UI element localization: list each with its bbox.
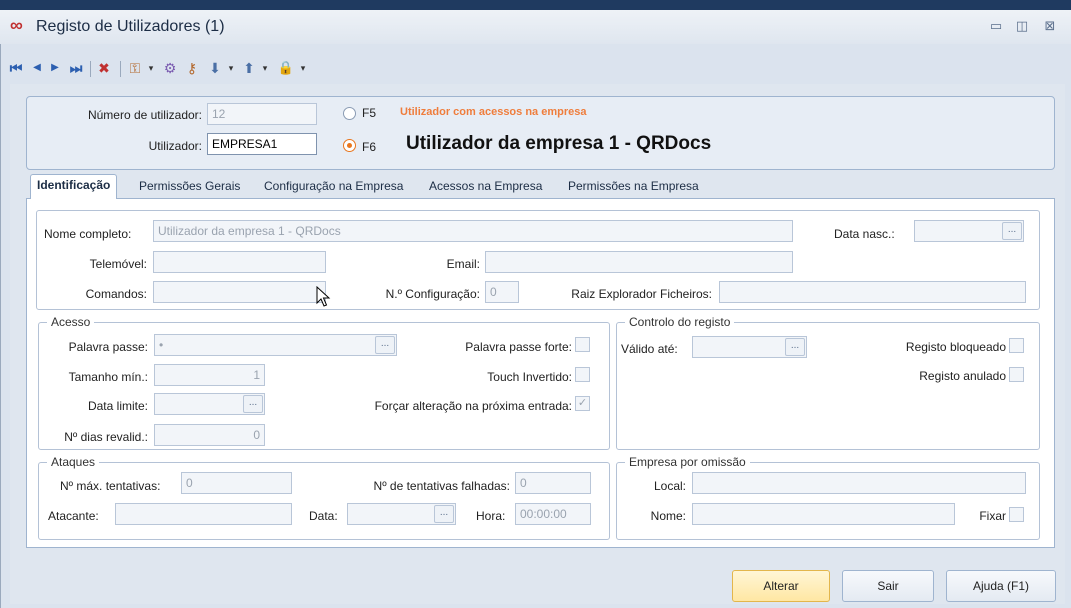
raiz-explorador-field[interactable] xyxy=(719,281,1026,303)
previous-record-icon[interactable]: ◀ xyxy=(30,58,44,78)
close-icon[interactable]: ⊠ xyxy=(1040,17,1060,35)
nome-label: Nome: xyxy=(650,509,686,523)
telemovel-label: Telemóvel: xyxy=(89,257,147,271)
data-nasc-picker-button[interactable]: ... xyxy=(1002,222,1022,240)
raiz-explorador-label: Raiz Explorador Ficheiros: xyxy=(571,287,712,301)
registo-anulado-checkbox[interactable] xyxy=(1009,367,1024,382)
tab-configuracao-empresa[interactable]: Configuração na Empresa xyxy=(258,176,409,198)
local-field[interactable] xyxy=(692,472,1026,494)
controlo-registo-title: Controlo do registo xyxy=(625,315,735,329)
user-key-icon[interactable]: ⚷ xyxy=(182,58,202,78)
nome-completo-field[interactable] xyxy=(153,220,793,242)
chevron-down-icon[interactable]: ▾ xyxy=(146,58,156,78)
hora-field[interactable] xyxy=(515,503,591,525)
tab-acessos-empresa[interactable]: Acessos na Empresa xyxy=(423,176,548,198)
n-configuracao-label: N.º Configuração: xyxy=(385,287,480,301)
chevron-down-icon[interactable]: ▾ xyxy=(298,58,308,78)
touch-invertido-label: Touch Invertido: xyxy=(487,370,572,384)
fixar-label: Fixar xyxy=(979,509,1006,523)
f5-note: Utilizador com acessos na empresa xyxy=(400,106,587,118)
ajuda-button[interactable]: Ajuda (F1) xyxy=(946,570,1056,602)
f6-label: F6 xyxy=(362,140,377,154)
window-title: Registo de Utilizadores (1) xyxy=(36,18,225,35)
last-record-icon[interactable]: ⏭ xyxy=(68,58,84,78)
import-icon[interactable]: ⬇ xyxy=(206,58,224,78)
sair-button[interactable]: Sair xyxy=(842,570,934,602)
chevron-down-icon[interactable]: ▾ xyxy=(226,58,236,78)
tamanho-min-label: Tamanho mín.: xyxy=(68,370,148,384)
atacante-label: Atacante: xyxy=(48,509,99,523)
palavra-passe-forte-checkbox[interactable] xyxy=(575,337,590,352)
utilizador-field[interactable] xyxy=(207,133,317,155)
tentativas-falhadas-label: Nº de tentativas falhadas: xyxy=(373,479,510,493)
email-label: Email: xyxy=(446,257,480,271)
nome-completo-label: Nome completo: xyxy=(44,227,132,241)
palavra-passe-button[interactable]: ... xyxy=(375,336,395,354)
minimize-icon[interactable]: ▭ xyxy=(986,17,1006,35)
data-picker-button[interactable]: ... xyxy=(434,505,454,523)
fixar-checkbox[interactable] xyxy=(1009,507,1024,522)
email-field[interactable] xyxy=(485,251,793,273)
dias-revalid-field[interactable] xyxy=(154,424,265,446)
tab-permissoes-gerais[interactable]: Permissões Gerais xyxy=(133,176,246,198)
forcar-alteracao-label: Forçar alteração na próxima entrada: xyxy=(374,399,572,413)
f5-radio[interactable] xyxy=(343,107,356,120)
nome-field[interactable] xyxy=(692,503,955,525)
tools-icon[interactable]: ⚙ xyxy=(160,58,180,78)
comandos-label: Comandos: xyxy=(85,287,147,301)
ataques-group-title: Ataques xyxy=(47,455,100,469)
toolbar-separator xyxy=(120,61,121,77)
tentativas-falhadas-field[interactable] xyxy=(515,472,591,494)
atacante-field[interactable] xyxy=(115,503,292,525)
alterar-button[interactable]: Alterar xyxy=(732,570,830,602)
numero-utilizador-label: Número de utilizador: xyxy=(87,108,202,122)
tab-permissoes-empresa[interactable]: Permissões na Empresa xyxy=(562,176,705,198)
data-label: Data: xyxy=(309,509,338,523)
palavra-passe-label: Palavra passe: xyxy=(68,340,148,354)
valido-ate-picker-button[interactable]: ... xyxy=(785,338,805,356)
data-limite-picker-button[interactable]: ... xyxy=(243,395,263,413)
palavra-passe-field[interactable] xyxy=(154,334,397,356)
forcar-alteracao-checkbox[interactable]: ✓ xyxy=(575,396,590,411)
comandos-field[interactable] xyxy=(153,281,326,303)
toolbar: ⏮ ◀ ▶ ⏭ ✖ ⚿ ▾ ⚙ ⚷ ⬇ ▾ ⬆ ▾ 🔒 ▾ xyxy=(0,54,1071,82)
acesso-group-title: Acesso xyxy=(47,315,95,329)
toolbar-separator xyxy=(90,61,91,77)
export-icon[interactable]: ⬆ xyxy=(240,58,258,78)
numero-utilizador-field[interactable] xyxy=(207,103,317,125)
mouse-cursor-icon xyxy=(316,286,331,307)
maximize-icon[interactable]: ◫ xyxy=(1012,17,1032,35)
utilizador-label: Utilizador: xyxy=(148,139,202,153)
telemovel-field[interactable] xyxy=(153,251,326,273)
first-record-icon[interactable]: ⏮ xyxy=(8,58,24,78)
n-configuracao-field[interactable] xyxy=(485,281,519,303)
delete-user-icon[interactable]: ✖ xyxy=(94,58,114,78)
empresa-omissao-title: Empresa por omissão xyxy=(625,455,750,469)
registo-bloqueado-checkbox[interactable] xyxy=(1009,338,1024,353)
app-infinity-icon: ∞ xyxy=(10,15,23,35)
valido-ate-label: Válido até: xyxy=(621,342,678,356)
touch-invertido-checkbox[interactable] xyxy=(575,367,590,382)
dias-revalid-label: Nº dias revalid.: xyxy=(64,430,148,444)
registo-bloqueado-label: Registo bloqueado xyxy=(905,340,1006,354)
max-tentativas-label: Nº máx. tentativas: xyxy=(60,479,161,493)
user-groups-icon[interactable]: ⚿ xyxy=(126,58,144,78)
tab-identificacao[interactable]: Identificação xyxy=(30,174,118,199)
registo-anulado-label: Registo anulado xyxy=(919,369,1006,383)
tamanho-min-field[interactable] xyxy=(154,364,265,386)
palavra-passe-forte-label: Palavra passe forte: xyxy=(465,340,572,354)
lock-icon[interactable]: 🔒 xyxy=(276,58,296,78)
max-tentativas-field[interactable] xyxy=(181,472,292,494)
hora-label: Hora: xyxy=(476,509,506,523)
next-record-icon[interactable]: ▶ xyxy=(48,58,62,78)
data-limite-label: Data limite: xyxy=(87,399,148,413)
f5-label: F5 xyxy=(362,106,377,120)
f6-user-heading: Utilizador da empresa 1 - QRDocs xyxy=(406,133,712,154)
tab-strip: Identificação Permissões Gerais Configur… xyxy=(26,174,1055,199)
local-label: Local: xyxy=(653,479,686,493)
chevron-down-icon[interactable]: ▾ xyxy=(260,58,270,78)
data-nasc-label: Data nasc.: xyxy=(834,227,895,241)
screen-top-band xyxy=(0,0,1071,10)
f6-radio[interactable] xyxy=(343,139,356,152)
